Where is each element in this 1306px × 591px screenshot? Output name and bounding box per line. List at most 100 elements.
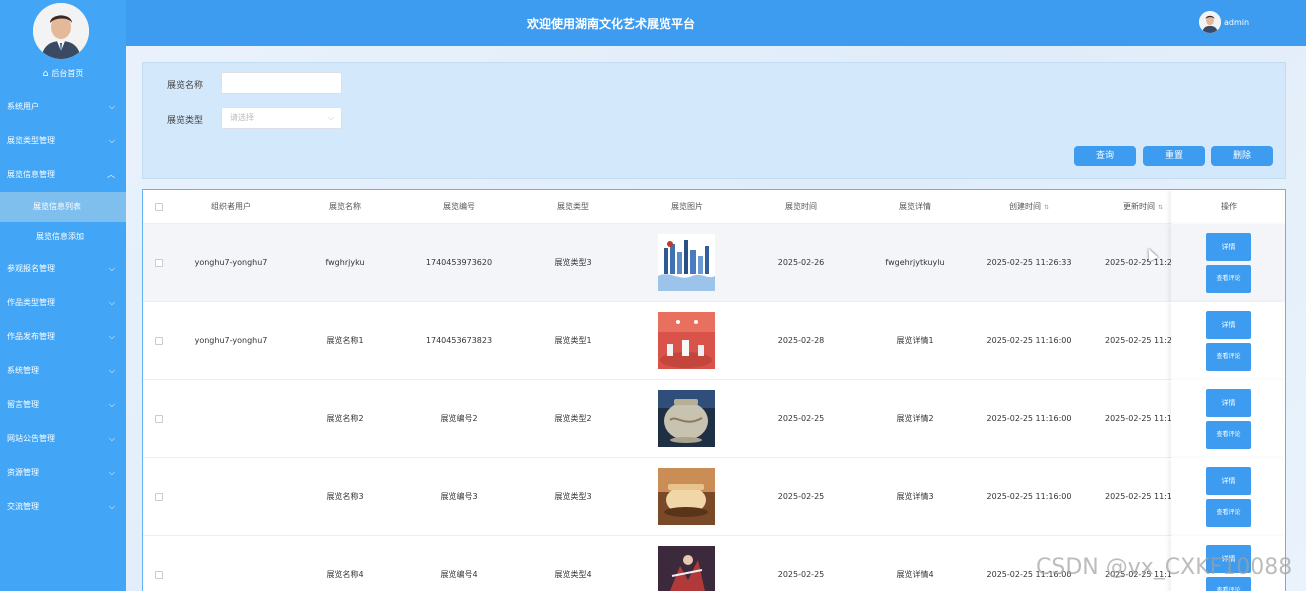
cell-updated: 2025-02-25 11:23:5 [1105,336,1171,345]
row-actions: 详情 查看评论 [1171,224,1285,302]
cell-name: fwghrjyku [325,258,365,267]
sidebar-subitem-exhibition-list[interactable]: 展览信息列表 [0,192,126,222]
cell-detail: 展览详情3 [896,492,934,501]
cell-organizer [181,536,281,591]
cell-updated: 2025-02-25 11:16:0 [1105,492,1171,501]
sidebar-item-announcements[interactable]: 网站公告管理 ⌵ [0,422,126,456]
table-row: 展览名称3 展览编号3 展览类型3 2025-02-25 展览详情3 2025-… [143,458,1285,536]
sort-icon[interactable]: ⇅ [1044,191,1049,225]
column-header-created-sortable[interactable]: 创建时间 ⇅ [979,190,1079,224]
select-all-checkbox[interactable] [155,203,163,211]
cell-name: 展览名称1 [326,336,364,345]
chevron-down-icon: ⌵ [108,468,115,477]
cell-organizer: yonghu7-yonghu7 [194,336,268,345]
view-comments-button[interactable]: 查看评论 [1206,499,1251,527]
sidebar-item-exhibition-types[interactable]: 展览类型管理 ⌵ [0,124,126,158]
cell-created: 2025-02-25 11:26:33 [986,258,1072,267]
cell-code: 展览编号2 [440,414,478,423]
sidebar-item-system-admin[interactable]: 系统管理 ⌵ [0,354,126,388]
row-checkbox[interactable] [155,493,163,501]
row-checkbox[interactable] [155,337,163,345]
row-checkbox[interactable] [155,571,163,579]
cell-code: 1740453973620 [425,258,493,267]
exhibition-image [658,390,715,447]
table-row: yonghu7-yonghu7 展览名称1 1740453673823 展览类型… [143,302,1285,380]
cell-organizer [181,380,281,458]
cell-date: 2025-02-25 [777,570,825,579]
view-comments-button[interactable]: 查看评论 [1206,265,1251,293]
view-comments-button[interactable]: 查看评论 [1206,343,1251,371]
cell-name: 展览名称4 [326,570,364,579]
top-header: 欢迎使用湖南文化艺术展览平台 admin [126,0,1306,46]
chevron-down-icon: ⌵ [327,113,334,122]
chevron-down-icon: ⌵ [108,264,115,273]
cell-type: 展览类型3 [554,492,592,501]
column-header: 操作 [1171,190,1285,224]
name-label: 展览名称 [167,81,204,91]
chevron-down-icon: ⌵ [108,366,115,375]
cell-detail: 展览详情1 [896,336,934,345]
cell-detail: 展览详情4 [896,570,934,579]
sidebar-item-resources[interactable]: 资源管理 ⌵ [0,456,126,490]
chevron-down-icon: ⌵ [108,298,115,307]
detail-button[interactable]: 详情 [1206,233,1251,261]
home-icon: ⌂ [42,69,49,79]
cell-organizer [181,458,281,536]
row-checkbox[interactable] [155,415,163,423]
cell-name: 展览名称2 [326,414,364,423]
query-button[interactable]: 查询 [1074,146,1136,166]
cell-name: 展览名称3 [326,492,364,501]
exhibition-image [658,234,715,291]
cell-code: 展览编号4 [440,570,478,579]
chevron-down-icon: ⌵ [108,102,115,111]
sidebar-item-visit-registration[interactable]: 参观报名管理 ⌵ [0,252,126,286]
sidebar-item-work-publish[interactable]: 作品发布管理 ⌵ [0,320,126,354]
sidebar-subitem-exhibition-add[interactable]: 展览信息添加 [0,222,126,252]
column-header: 展览详情 [899,202,931,211]
delete-button[interactable]: 删除 [1211,146,1273,166]
detail-button[interactable]: 详情 [1206,389,1251,417]
name-input[interactable] [221,72,342,94]
cell-date: 2025-02-25 [777,414,825,423]
search-panel: 展览名称 展览类型 请选择 ⌵ 查询 重置 删除 [142,62,1286,179]
user-avatar[interactable] [33,3,89,59]
cell-organizer: yonghu7-yonghu7 [194,258,268,267]
cell-detail: fwgehrjytkuylu [885,258,945,267]
column-header: 展览名称 [329,202,361,211]
reset-button[interactable]: 重置 [1143,146,1205,166]
cell-created: 2025-02-25 11:16:00 [986,492,1072,501]
exhibition-image [658,468,715,525]
sidebar-item-exchange[interactable]: 交流管理 ⌵ [0,490,126,524]
admin-avatar[interactable] [1199,11,1221,33]
type-select[interactable]: 请选择 ⌵ [221,107,342,129]
view-comments-button[interactable]: 查看评论 [1206,421,1251,449]
chevron-down-icon: ⌵ [108,502,115,511]
row-actions: 详情 查看评论 [1171,380,1285,458]
row-actions: 详情 查看评论 [1171,302,1285,380]
cell-type: 展览类型3 [554,258,592,267]
column-header: 展览编号 [443,202,475,211]
type-label: 展览类型 [167,116,204,126]
cell-code: 1740453673823 [425,336,493,345]
sidebar-item-system-users[interactable]: 系统用户 ⌵ [0,90,126,124]
sidebar-item-exhibition-info[interactable]: 展览信息管理 ︿ [0,158,126,192]
sidebar-item-messages[interactable]: 留言管理 ⌵ [0,388,126,422]
chevron-down-icon: ⌵ [108,400,115,409]
cell-code: 展览编号3 [440,492,478,501]
table-header: 组织者用户 展览名称 展览编号 展览类型 展览图片 展览时间 展览详情 创建时间… [143,190,1285,225]
detail-button[interactable]: 详情 [1206,467,1251,495]
row-checkbox[interactable] [155,259,163,267]
sidebar-item-work-types[interactable]: 作品类型管理 ⌵ [0,286,126,320]
admin-username[interactable]: admin [1224,18,1249,27]
sort-icon[interactable]: ⇅ [1158,191,1163,225]
cell-type: 展览类型2 [554,414,592,423]
cell-updated: 2025-02-25 11:26:3 [1105,258,1171,267]
detail-button[interactable]: 详情 [1206,311,1251,339]
exhibition-image [658,546,715,591]
chevron-down-icon: ⌵ [108,136,115,145]
cell-detail: 展览详情2 [896,414,934,423]
cell-date: 2025-02-25 [777,492,825,501]
cell-type: 展览类型4 [554,570,592,579]
sidebar-home[interactable]: ⌂ 后台首页 [0,66,126,82]
chevron-down-icon: ⌵ [108,332,115,341]
